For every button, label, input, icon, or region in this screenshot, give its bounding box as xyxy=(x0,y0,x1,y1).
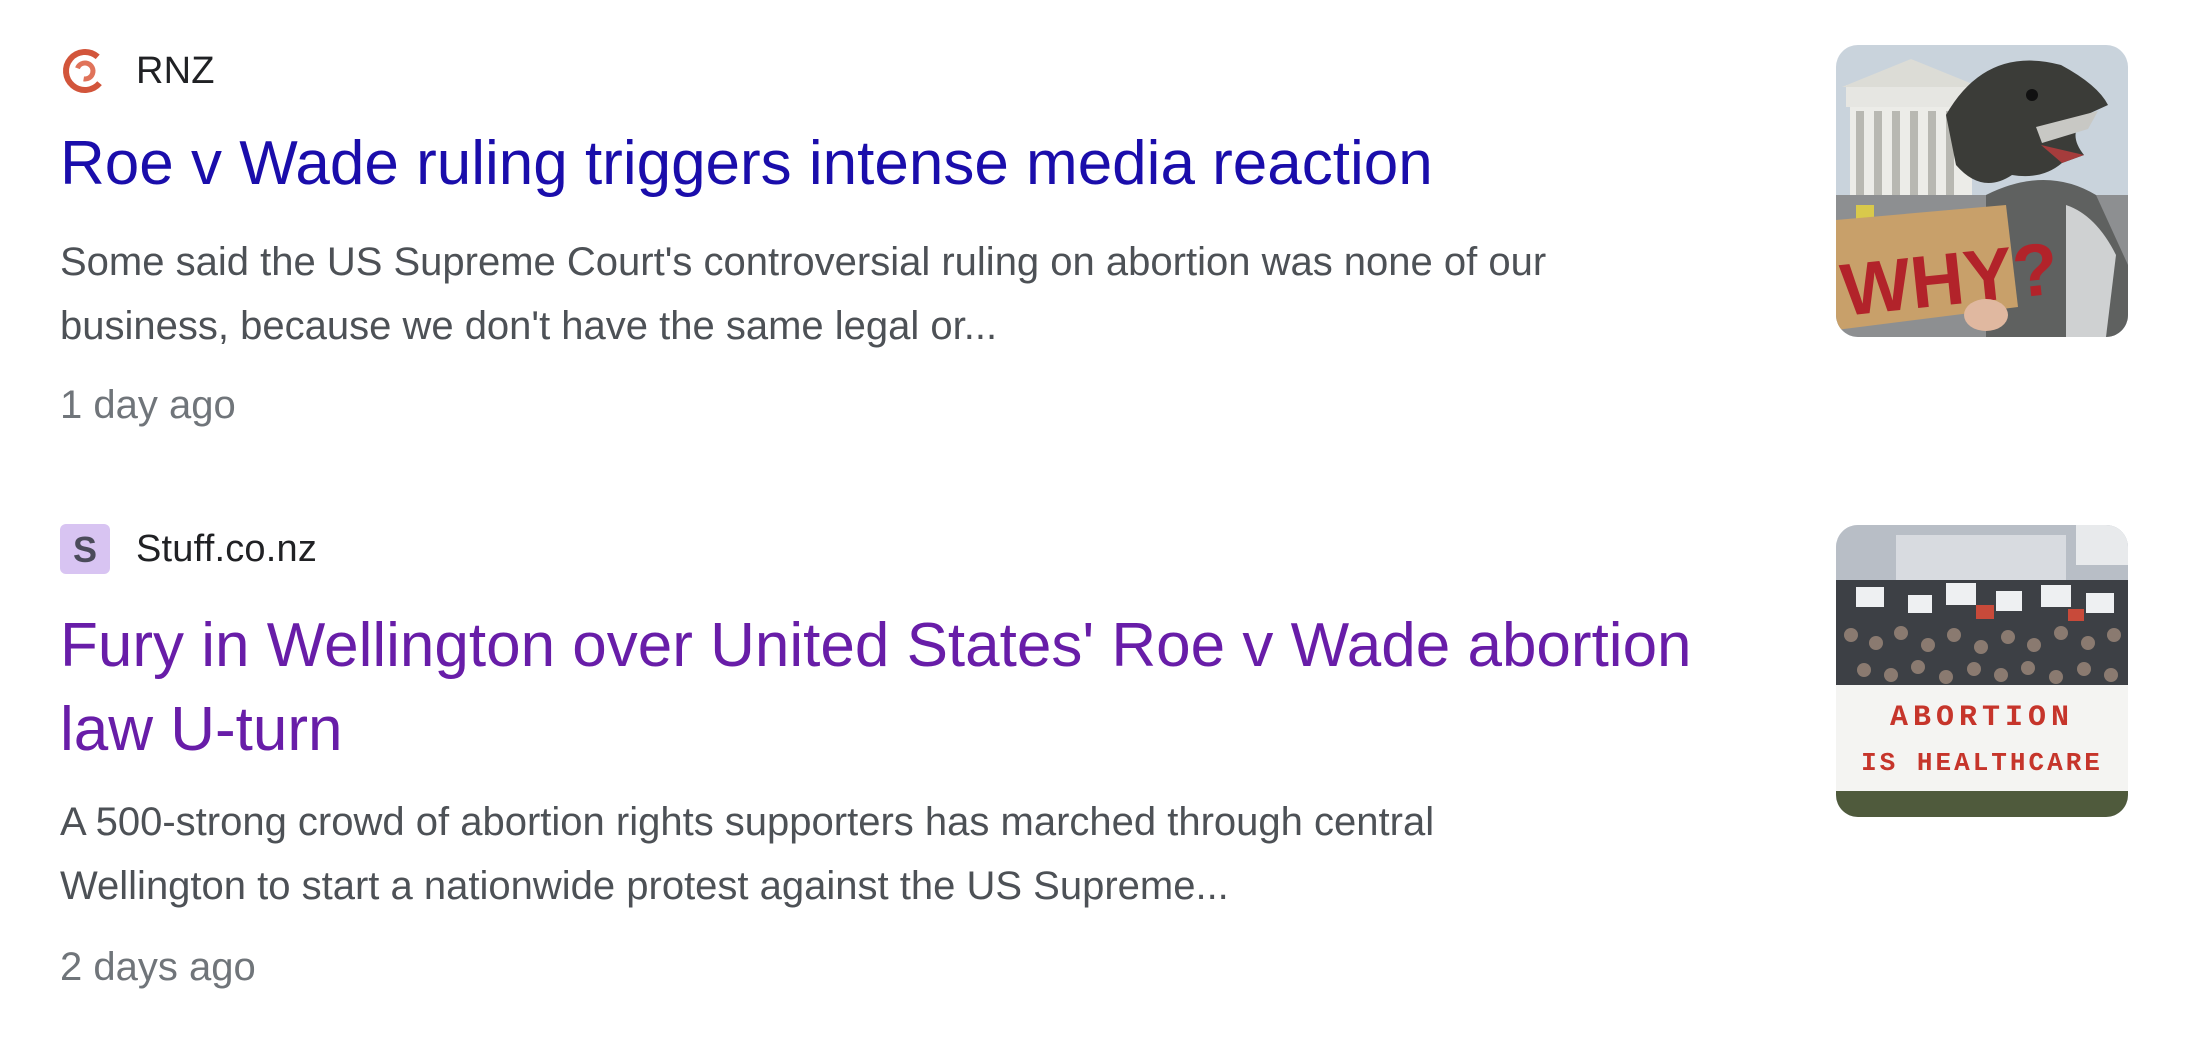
news-result-rnz[interactable]: RNZ Roe v Wade ruling triggers intense m… xyxy=(0,0,2194,470)
timestamp: 2 days ago xyxy=(60,945,256,989)
headline-line: Fury in Wellington over United States' R… xyxy=(60,611,1692,680)
snippet-line: Some said the US Supreme Court's controv… xyxy=(60,240,1547,284)
protest-dinosaur-thumbnail-icon[interactable]: WHY? xyxy=(1836,45,2128,337)
snippet-line: business, because we don't have the same… xyxy=(60,304,998,348)
timestamp: 1 day ago xyxy=(60,383,236,427)
rnz-favicon-icon xyxy=(60,46,110,96)
source-row[interactable]: RNZ xyxy=(60,44,215,98)
source-name: Stuff.co.nz xyxy=(136,527,318,570)
snippet-line: A 500-strong crowd of abortion rights su… xyxy=(60,800,1435,844)
svg-text:S: S xyxy=(73,529,97,570)
stuff-favicon-icon: S xyxy=(60,524,110,574)
headline-link[interactable]: Fury in Wellington over United States' R… xyxy=(60,604,1760,772)
banner-line-1: ABORTION xyxy=(1890,701,2074,735)
headline-line: law U-turn xyxy=(60,695,343,764)
headline-link[interactable]: Roe v Wade ruling triggers intense media… xyxy=(60,122,1760,206)
snippet: A 500-strong crowd of abortion rights su… xyxy=(60,790,1760,918)
banner-line-2: IS HEALTHCARE xyxy=(1861,748,2103,778)
headline-text: Roe v Wade ruling triggers intense media… xyxy=(60,129,1433,198)
snippet: Some said the US Supreme Court's controv… xyxy=(60,230,1760,358)
protest-crowd-thumbnail-icon[interactable]: ABORTION IS HEALTHCARE xyxy=(1836,525,2128,817)
news-result-stuff[interactable]: S Stuff.co.nz Fury in Wellington over Un… xyxy=(0,470,2194,1044)
source-name: RNZ xyxy=(136,49,215,92)
source-row[interactable]: S Stuff.co.nz xyxy=(60,522,317,576)
snippet-line: Wellington to start a nationwide protest… xyxy=(60,864,1229,908)
